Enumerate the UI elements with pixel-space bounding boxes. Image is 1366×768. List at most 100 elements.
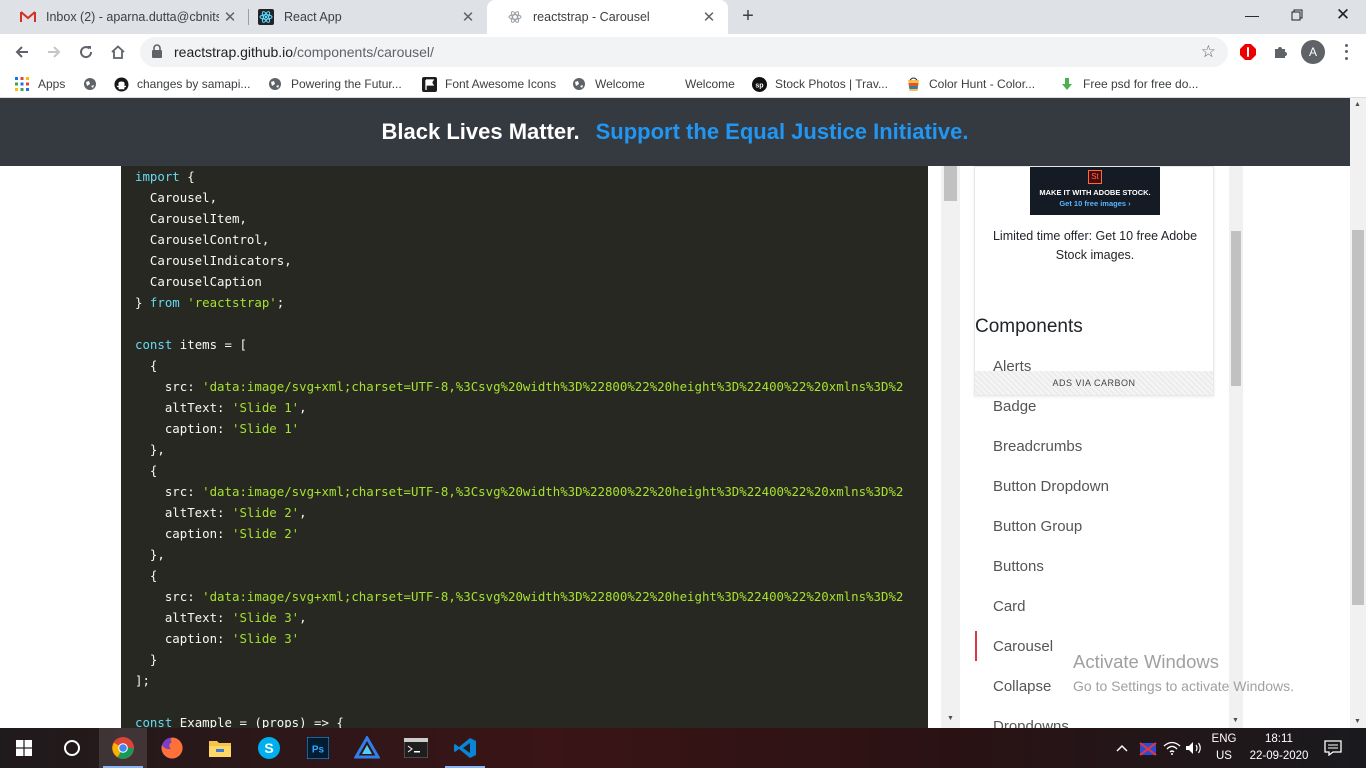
chrome-menu-icon[interactable] (1340, 42, 1352, 62)
code-line: altText: 'Slide 3', (135, 610, 307, 625)
terminal-icon (404, 738, 428, 758)
nav-item-carousel[interactable]: Carousel (975, 631, 1225, 661)
nav-item-badge[interactable]: Badge (975, 391, 1225, 421)
back-button[interactable] (10, 40, 34, 64)
taskbar-app[interactable] (343, 728, 391, 768)
language-indicator[interactable]: ENG US (1204, 728, 1244, 768)
eji-link[interactable]: Support the Equal Justice Initiative. (596, 119, 969, 145)
new-tab-button[interactable]: + (737, 6, 759, 28)
nav-item-breadcrumbs[interactable]: Breadcrumbs (975, 431, 1225, 461)
nav-item-collapse[interactable]: Collapse (975, 671, 1225, 701)
extensions-puzzle-icon[interactable] (1269, 41, 1291, 63)
bookmark-welcome-2[interactable]: Welcome (685, 75, 735, 93)
taskbar-file-explorer[interactable] (196, 728, 244, 768)
bookmark-star-icon[interactable]: ☆ (1201, 42, 1216, 62)
tab-react-app[interactable]: React App ✕ (238, 0, 487, 34)
bookmark-stock-photos[interactable]: sp Stock Photos | Trav... (751, 75, 888, 93)
taskbar-vscode[interactable] (441, 728, 489, 768)
taskbar-photoshop[interactable]: Ps (294, 728, 342, 768)
nav-item-card[interactable]: Card (975, 591, 1225, 621)
code-line: }, (135, 547, 165, 562)
reload-button[interactable] (74, 40, 98, 64)
code-line: Carousel, (135, 190, 218, 205)
sidebar-scrollbar[interactable]: ▼ (1229, 166, 1243, 728)
code-line: const Example = (props) => { (135, 715, 344, 728)
code-scrollbar[interactable] (941, 166, 960, 728)
wifi-icon[interactable] (1161, 728, 1183, 768)
bookmark-welcome-1[interactable]: Welcome (571, 75, 645, 93)
maximize-button[interactable] (1274, 0, 1320, 30)
scrollbar-thumb[interactable] (944, 166, 957, 201)
code-line: src: 'data:image/svg+xml;charset=UTF-8,%… (135, 379, 904, 394)
tab-gmail[interactable]: Inbox (2) - aparna.dutta@cbnits.c ✕ (0, 0, 249, 34)
tab-title: Inbox (2) - aparna.dutta@cbnits.c (46, 10, 219, 24)
nav-item-button-group[interactable]: Button Group (975, 511, 1225, 541)
volume-icon[interactable] (1184, 728, 1204, 768)
scrollbar-thumb[interactable] (1231, 231, 1241, 386)
ad-text[interactable]: Limited time offer: Get 10 free Adobe St… (985, 227, 1205, 265)
search-button[interactable] (48, 728, 96, 768)
nav-item-alerts[interactable]: Alerts (975, 351, 1225, 381)
taskbar-terminal[interactable] (392, 728, 440, 768)
forward-button[interactable] (42, 40, 66, 64)
browser-toolbar: reactstrap.github.io/components/carousel… (0, 34, 1366, 70)
start-button[interactable] (0, 728, 48, 768)
code-line: CarouselControl, (135, 232, 270, 247)
nav-item-dropdowns[interactable]: Dropdowns (975, 711, 1225, 729)
bookmark-free-psd[interactable]: Free psd for free do... (1059, 75, 1198, 93)
code-line: ]; (135, 673, 150, 688)
code-line: altText: 'Slide 2', (135, 505, 307, 520)
photoshop-icon: Ps (307, 737, 329, 759)
apps-grid-icon (14, 76, 30, 92)
bookmark-changes-by-samapi[interactable]: changes by samapi... (113, 75, 250, 93)
adblock-extension-icon[interactable] (1237, 41, 1259, 63)
close-tab-icon[interactable]: ✕ (698, 8, 720, 26)
code-line: altText: 'Slide 1', (135, 400, 307, 415)
nav-item-button-dropdown[interactable]: Button Dropdown (975, 471, 1225, 501)
bookmark-apps[interactable]: Apps (14, 75, 65, 93)
tab-title: React App (284, 10, 342, 24)
code-line: { (135, 568, 158, 583)
components-heading: Components (975, 316, 1083, 337)
show-hidden-icons-button[interactable] (1113, 728, 1131, 768)
bookmark-font-awesome[interactable]: Font Awesome Icons (421, 75, 556, 93)
scroll-down-arrow-icon[interactable]: ▼ (1354, 718, 1361, 725)
tab-strip: Inbox (2) - aparna.dutta@cbnits.c ✕ Reac… (0, 0, 1366, 34)
code-line: CarouselIndicators, (135, 253, 292, 268)
color-hunt-icon (905, 76, 921, 92)
taskbar-skype[interactable]: S (245, 728, 293, 768)
bookmark-globe[interactable] (82, 75, 106, 93)
firefox-icon (161, 737, 183, 759)
ad-image[interactable]: St MAKE IT WITH ADOBE STOCK. Get 10 free… (1030, 167, 1160, 215)
lock-icon[interactable] (151, 44, 163, 63)
home-button[interactable] (106, 40, 130, 64)
code-listing: import { Carousel, CarouselItem, Carouse… (135, 166, 903, 728)
close-window-button[interactable]: ✕ (1320, 0, 1366, 30)
scroll-down-arrow-icon[interactable]: ▼ (947, 715, 954, 722)
taskbar-chrome[interactable] (99, 728, 147, 768)
tab-reactstrap-carousel[interactable]: reactstrap - Carousel ✕ (487, 0, 728, 34)
notifications-button[interactable] (1318, 728, 1348, 768)
profile-avatar[interactable]: A (1301, 40, 1325, 64)
scroll-up-arrow-icon[interactable]: ▲ (1354, 101, 1361, 108)
taskbar-firefox[interactable] (148, 728, 196, 768)
close-tab-icon[interactable]: ✕ (457, 8, 479, 26)
scrollbar-thumb[interactable] (1352, 230, 1364, 605)
ad-headline: MAKE IT WITH ADOBE STOCK. (1039, 188, 1151, 197)
bookmark-color-hunt[interactable]: Color Hunt - Color... (905, 75, 1035, 93)
svg-text:S: S (264, 740, 273, 756)
nav-item-buttons[interactable]: Buttons (975, 551, 1225, 581)
minimize-button[interactable]: — (1229, 0, 1275, 30)
page-scrollbar[interactable]: ▲ ▼ (1350, 98, 1366, 728)
clock[interactable]: 18:11 22-09-2020 (1244, 728, 1314, 768)
flag-icon (421, 76, 437, 92)
scroll-down-arrow-icon[interactable]: ▼ (1232, 717, 1239, 724)
code-line: }, (135, 442, 165, 457)
skype-icon: S (258, 737, 280, 759)
bookmark-powering-the-future[interactable]: Powering the Futur... (267, 75, 402, 93)
address-bar[interactable]: reactstrap.github.io/components/carousel… (140, 37, 1228, 67)
code-line: caption: 'Slide 3' (135, 631, 300, 646)
tray-app-icon[interactable] (1137, 728, 1159, 768)
cortana-circle-icon (64, 740, 80, 756)
